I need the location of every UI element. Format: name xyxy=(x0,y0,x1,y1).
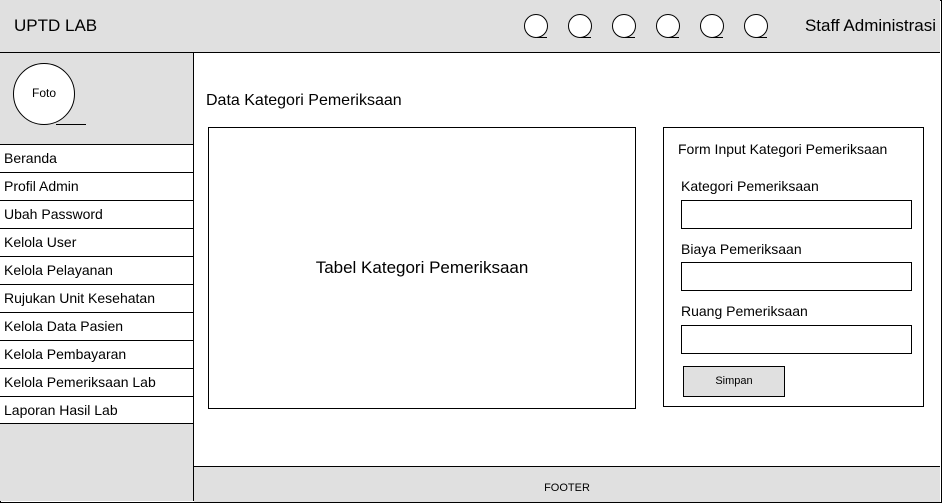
biaya-label: Biaya Pemeriksaan xyxy=(681,241,802,257)
sidebar-item-rujukan-unit-kesehatan[interactable]: Rujukan Unit Kesehatan xyxy=(0,284,193,312)
sidebar-item-laporan-hasil-lab[interactable]: Laporan Hasil Lab xyxy=(0,396,193,424)
sidebar: Foto Beranda Profil Admin Ubah Password … xyxy=(0,53,194,501)
form-title: Form Input Kategori Pemeriksaan xyxy=(678,141,888,157)
kategori-input[interactable] xyxy=(681,200,912,229)
input-form: Form Input Kategori Pemeriksaan Kategori… xyxy=(663,127,924,407)
sidebar-item-ubah-password[interactable]: Ubah Password xyxy=(0,200,193,228)
sidebar-item-kelola-pembayaran[interactable]: Kelola Pembayaran xyxy=(0,340,193,368)
ruang-label: Ruang Pemeriksaan xyxy=(681,303,808,319)
sidebar-item-kelola-data-pasien[interactable]: Kelola Data Pasien xyxy=(0,312,193,340)
circle-icon[interactable] xyxy=(744,14,768,38)
sidebar-item-beranda[interactable]: Beranda xyxy=(0,144,193,172)
circle-icon[interactable] xyxy=(656,14,680,38)
avatar-label: Foto xyxy=(31,86,56,100)
save-button[interactable]: Simpan xyxy=(683,366,785,397)
kategori-label: Kategori Pemeriksaan xyxy=(681,178,819,194)
avatar: Foto xyxy=(13,63,86,125)
footer: FOOTER xyxy=(194,466,940,502)
circle-icon[interactable] xyxy=(524,14,548,38)
app-title: UPTD LAB xyxy=(14,16,98,35)
sidebar-item-kelola-pelayanan[interactable]: Kelola Pelayanan xyxy=(0,256,193,284)
ruang-input[interactable] xyxy=(681,325,912,354)
sidebar-menu: Beranda Profil Admin Ubah Password Kelol… xyxy=(0,144,193,424)
sidebar-item-kelola-user[interactable]: Kelola User xyxy=(0,228,193,256)
footer-text: FOOTER xyxy=(544,482,590,494)
biaya-input[interactable] xyxy=(681,262,912,291)
page-title: Data Kategori Pemeriksaan xyxy=(206,92,402,109)
sidebar-item-kelola-pemeriksaan-lab[interactable]: Kelola Pemeriksaan Lab xyxy=(0,368,193,396)
sidebar-item-profil-admin[interactable]: Profil Admin xyxy=(0,172,193,200)
kategori-table: Tabel Kategori Pemeriksaan xyxy=(208,127,636,409)
user-name[interactable]: Staff Administrasi xyxy=(805,16,936,36)
circle-icon[interactable] xyxy=(612,14,636,38)
table-placeholder: Tabel Kategori Pemeriksaan xyxy=(315,258,529,277)
circle-icon[interactable] xyxy=(568,14,592,38)
header: UPTD LAB Staff Administrasi xyxy=(0,0,940,53)
circle-icon[interactable] xyxy=(700,14,724,38)
